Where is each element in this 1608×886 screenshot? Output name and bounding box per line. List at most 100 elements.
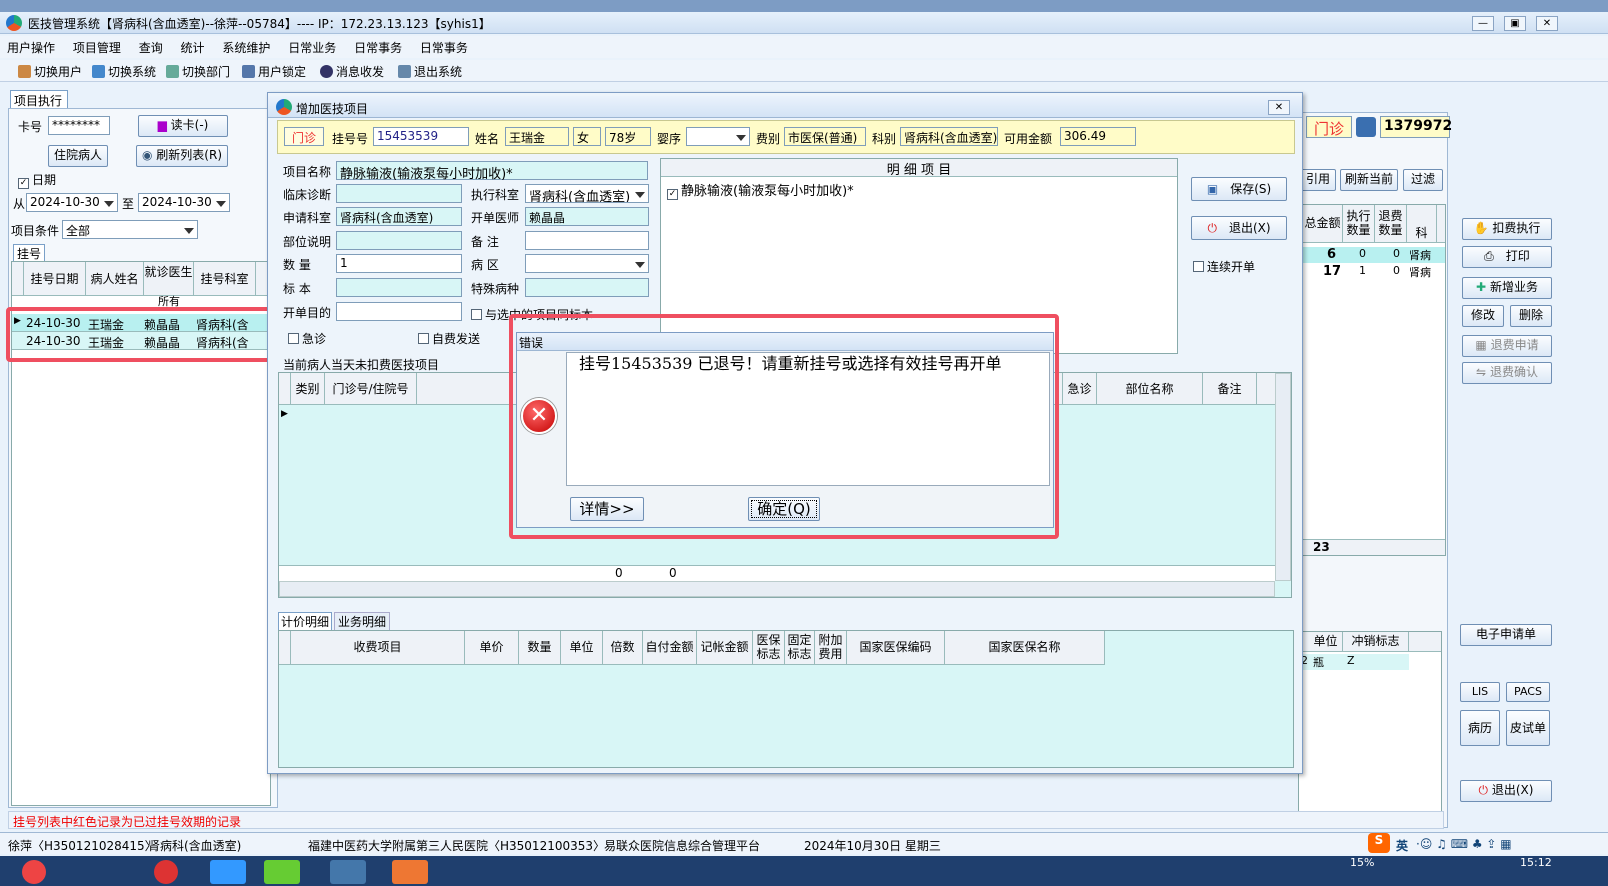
reference-button[interactable]: 引用: [1300, 169, 1336, 191]
refund-request-button[interactable]: ▦ 退费申请: [1462, 335, 1552, 357]
col-self-pay[interactable]: 自付金额: [643, 631, 697, 664]
inpatient-button[interactable]: 住院病人: [48, 145, 108, 167]
menu-daily-business[interactable]: 日常业务: [281, 36, 343, 56]
date-to-picker[interactable]: 2024-10-30: [138, 193, 230, 212]
col-reg-dept[interactable]: 挂号科室: [194, 262, 256, 295]
menu-query[interactable]: 查询: [132, 36, 170, 56]
unpaid-hscroll[interactable]: [279, 581, 1275, 597]
card-input[interactable]: ********: [48, 116, 110, 135]
col-unit-price[interactable]: 单价: [465, 631, 519, 664]
quantity-field[interactable]: 1: [336, 254, 462, 273]
menu-daily-affairs[interactable]: 日常事务: [347, 36, 409, 56]
purpose-field[interactable]: [336, 302, 462, 321]
menu-stats[interactable]: 统计: [174, 36, 212, 56]
add-dialog-close-button[interactable]: ✕: [1268, 100, 1290, 115]
menu-project[interactable]: 项目管理: [66, 36, 128, 56]
filter-button[interactable]: 过滤: [1403, 169, 1443, 191]
refresh-list-button[interactable]: ◉ 刷新列表(R): [136, 145, 228, 167]
minimize-button[interactable]: —: [1472, 16, 1494, 31]
table-row[interactable]: 6 0 0 肾病: [1303, 247, 1445, 263]
ime-tray-icons[interactable]: ·☺ ♫ ⌨ ♣ ⇪ ▦: [1416, 837, 1512, 851]
refresh-current-button[interactable]: 刷新当前: [1340, 169, 1398, 191]
menu-maintain[interactable]: 系统维护: [215, 36, 277, 56]
col-ins-name[interactable]: 国家医保名称: [945, 631, 1105, 664]
table-row[interactable]: 17 1 0 肾病: [1303, 264, 1445, 280]
table-row[interactable]: 2 瓶 Z: [1299, 654, 1409, 670]
reg-no-field[interactable]: 15453539: [373, 127, 469, 146]
date-from-picker[interactable]: 2024-10-30: [26, 193, 118, 212]
e-request-button[interactable]: 电子申请单: [1460, 624, 1552, 646]
col-visit-no[interactable]: 门诊号/住院号: [325, 373, 417, 404]
col-account-amount[interactable]: 记帐金额: [697, 631, 753, 664]
pacs-button[interactable]: PACS: [1506, 682, 1550, 702]
col-site-name[interactable]: 部位名称: [1097, 373, 1203, 404]
switch-system-button[interactable]: 切换系统: [92, 63, 156, 80]
tab-project-exec[interactable]: 项目执行: [10, 90, 68, 108]
col-fixed-flag[interactable]: 固定标志: [785, 631, 815, 664]
cond-select[interactable]: 全部: [62, 220, 198, 239]
unpaid-vscroll[interactable]: [1275, 373, 1291, 581]
delete-button[interactable]: 删除: [1510, 305, 1552, 327]
taskbar-app-icon[interactable]: [154, 860, 178, 884]
col-unit[interactable]: 单位: [1309, 632, 1343, 651]
col-exec-qty[interactable]: 执行数量: [1343, 205, 1375, 242]
col-ins-code[interactable]: 国家医保编码: [847, 631, 945, 664]
charge-exec-button[interactable]: ✋ 扣费执行: [1462, 218, 1552, 240]
ward-select[interactable]: [525, 254, 649, 273]
continuous-checkbox[interactable]: 连续开单: [1193, 258, 1255, 275]
col-reverse-flag[interactable]: 冲销标志: [1343, 632, 1409, 651]
switch-user-button[interactable]: 切换用户: [18, 63, 82, 80]
exit-dialog-button[interactable]: ⏻ 退出(X): [1191, 216, 1287, 240]
col-note[interactable]: 备注: [1203, 373, 1257, 404]
read-card-button[interactable]: ▆ 读卡(-): [138, 115, 228, 137]
save-button[interactable]: ▣ 保存(S): [1191, 177, 1287, 201]
col-extra-fee[interactable]: 附加费用: [815, 631, 847, 664]
tab-register[interactable]: 挂号: [13, 244, 45, 261]
col-refund-qty[interactable]: 退费数量: [1375, 205, 1407, 242]
disease-field[interactable]: [525, 278, 649, 297]
medical-record-button[interactable]: 病历: [1460, 710, 1500, 746]
messages-button[interactable]: 消息收发: [320, 63, 384, 80]
lis-button[interactable]: LIS: [1460, 682, 1500, 702]
urgent-checkbox[interactable]: 急诊: [288, 330, 326, 347]
tab-price-detail[interactable]: 计价明细: [278, 612, 332, 630]
ime-logo-icon[interactable]: S: [1368, 833, 1390, 853]
main-exit-button[interactable]: ⏻ 退出(X): [1460, 780, 1552, 802]
ime-lang[interactable]: 英: [1396, 837, 1408, 854]
taskbar-app-icon[interactable]: [264, 860, 300, 884]
col-quantity[interactable]: 数量: [519, 631, 561, 664]
menu-user[interactable]: 用户操作: [0, 36, 62, 56]
self-send-checkbox[interactable]: 自费发送: [418, 330, 480, 347]
site-field[interactable]: [336, 231, 462, 250]
col-charge-item[interactable]: 收费项目: [291, 631, 465, 664]
col-reg-date[interactable]: 挂号日期: [24, 262, 86, 295]
taskbar-app-icon[interactable]: [210, 860, 246, 884]
col-doctor[interactable]: 就诊医生: [144, 262, 194, 295]
col-urgent[interactable]: 急诊: [1063, 373, 1097, 404]
menu-daily-affairs-2[interactable]: 日常事务: [413, 36, 475, 56]
switch-dept-button[interactable]: 切换部门: [166, 63, 230, 80]
print-button[interactable]: ⎙ 打印: [1462, 246, 1552, 268]
infant-select[interactable]: [686, 127, 750, 146]
refund-confirm-button[interactable]: ⇋ 退费确认: [1462, 362, 1552, 384]
col-category[interactable]: 类别: [291, 373, 325, 404]
col-dept[interactable]: 科: [1407, 205, 1437, 242]
start-icon[interactable]: [22, 860, 46, 884]
col-total[interactable]: 总金额: [1303, 205, 1343, 242]
note-field[interactable]: [525, 231, 649, 250]
tab-business-detail[interactable]: 业务明细: [334, 612, 390, 630]
new-business-button[interactable]: ✚ 新增业务: [1462, 277, 1552, 299]
detail-item-checkbox[interactable]: ✓ 静脉输液(输液泵每小时加收)*: [667, 180, 854, 200]
edit-button[interactable]: 修改: [1462, 305, 1504, 327]
sample-field[interactable]: [336, 278, 462, 297]
restore-button[interactable]: ▣: [1504, 16, 1526, 31]
col-insurance-flag[interactable]: 医保标志: [753, 631, 785, 664]
col-multiple[interactable]: 倍数: [603, 631, 643, 664]
exit-system-button[interactable]: 退出系统: [398, 63, 462, 80]
close-button[interactable]: ✕: [1536, 16, 1558, 31]
date-checkbox[interactable]: ✓ 日期: [18, 171, 56, 189]
col-patient-name[interactable]: 病人姓名: [86, 262, 144, 295]
lock-user-button[interactable]: 用户锁定: [242, 63, 306, 80]
taskbar-app-icon[interactable]: [392, 860, 428, 884]
col-unit[interactable]: 单位: [561, 631, 603, 664]
